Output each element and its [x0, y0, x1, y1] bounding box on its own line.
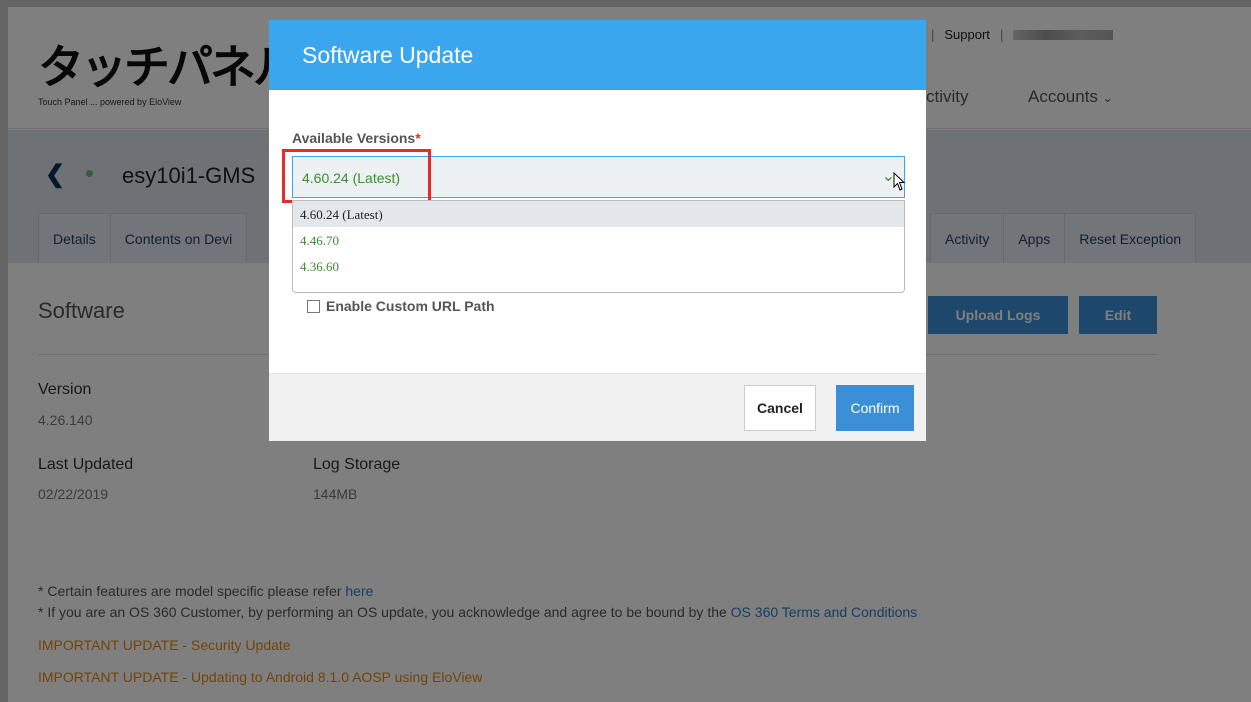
mouse-cursor-icon [893, 172, 906, 191]
available-versions-label: Available Versions* [292, 130, 421, 146]
confirm-button[interactable]: Confirm [836, 385, 914, 431]
version-dropdown-list: 4.60.24 (Latest) 4.46.70 4.36.60 [292, 200, 905, 293]
required-marker: * [415, 130, 421, 146]
annotation-highlight-box [282, 149, 431, 203]
modal-header: Software Update [269, 20, 926, 90]
version-option[interactable]: 4.60.24 (Latest) [293, 201, 904, 227]
custom-url-option: Enable Custom URL Path [307, 298, 495, 314]
cancel-button[interactable]: Cancel [744, 385, 816, 431]
modal-title: Software Update [302, 42, 474, 68]
version-option[interactable]: 4.46.70 [293, 227, 904, 253]
custom-url-checkbox[interactable] [307, 299, 320, 313]
software-update-modal: Software Update Available Versions* 4.60… [269, 20, 926, 441]
version-option[interactable]: 4.36.60 [293, 253, 904, 279]
modal-footer: Cancel Confirm [269, 373, 926, 441]
field-label-text: Available Versions [292, 130, 416, 146]
custom-url-label[interactable]: Enable Custom URL Path [326, 298, 495, 314]
